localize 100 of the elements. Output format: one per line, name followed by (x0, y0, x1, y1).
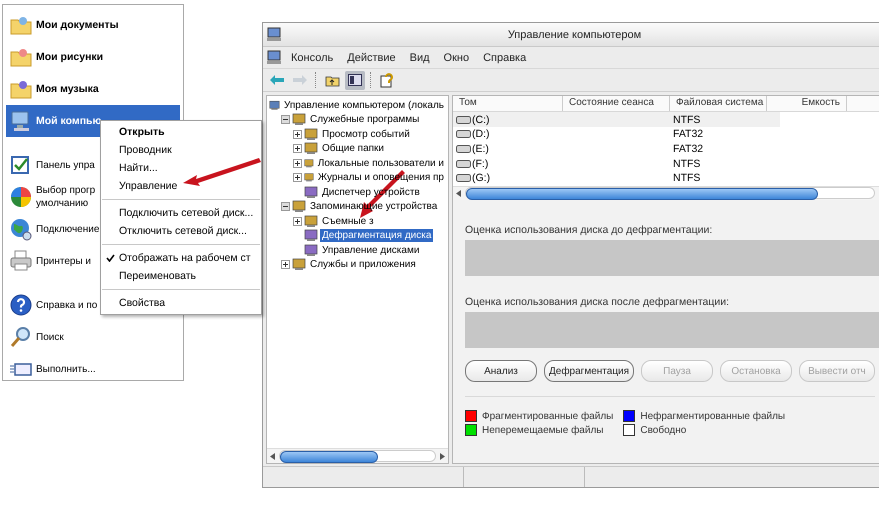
legend-label: Фрагментированные файлы (482, 410, 614, 422)
drive-icon (456, 174, 471, 182)
tree-item[interactable]: Службы и приложения (308, 258, 418, 272)
start-menu-label: Выполнить... (36, 362, 96, 376)
table-cell: NTFS (673, 172, 700, 184)
tree-item[interactable]: Съемные з (320, 214, 376, 228)
start-menu-label: Панель упра (36, 158, 95, 172)
menu-bar-item[interactable]: Действие (342, 50, 401, 66)
tree-node-icon (292, 258, 306, 272)
tree-toggle-icon[interactable] (345, 70, 365, 90)
tree-item[interactable]: Служебные программы (308, 113, 422, 126)
tree-item[interactable]: Просмотр событий (320, 128, 412, 141)
start-menu-label: Выбор прогр умолчанию (36, 184, 96, 210)
menu-bar-item[interactable]: Консоль (286, 50, 338, 66)
expand-icon[interactable] (293, 158, 302, 168)
table-cell: (G:) (472, 172, 490, 184)
column-header[interactable]: Емкость (767, 96, 847, 112)
search-icon (9, 325, 33, 349)
menu-item[interactable]: Отключить сетевой диск... (101, 222, 261, 240)
tree-node-icon (304, 156, 314, 170)
volume-row[interactable]: (C:) NTFS (453, 112, 780, 127)
drive-icon (456, 116, 471, 124)
before-label: Оценка использования диска до дефрагментации: (464, 224, 714, 236)
tree-node-icon (304, 128, 318, 141)
globe-icon (9, 217, 33, 241)
start-menu-label: Справка и по (36, 298, 98, 312)
collapse-icon[interactable] (281, 115, 290, 124)
table-cell: (C:) (472, 114, 490, 126)
expand-icon[interactable] (281, 260, 290, 270)
volume-row[interactable]: (E:) FAT32 (453, 142, 780, 156)
drive-icon (456, 144, 471, 153)
action-button[interactable]: Дефрагментация (544, 360, 634, 382)
table-cell: (D:) (472, 128, 490, 140)
column-header[interactable]: Том (453, 96, 563, 112)
table-cell: FAT32 (673, 142, 704, 155)
start-menu-label: Поиск (36, 330, 64, 344)
column-header[interactable]: Состояние сеанса (563, 96, 670, 112)
tree-node-icon (292, 113, 306, 126)
computer-icon (267, 50, 282, 65)
start-menu-label: Моя музыка (36, 82, 99, 96)
menu-bar-item[interactable]: Окно (438, 50, 474, 66)
volume-row[interactable]: (F:) NTFS (453, 156, 780, 171)
tree-item[interactable]: Управление дисками (320, 244, 422, 257)
start-menu-label: Принтеры и (36, 254, 91, 268)
menu-item[interactable]: Переименовать (101, 267, 261, 285)
expand-icon[interactable] (293, 144, 302, 154)
start-menu-label: Мой компью (36, 114, 102, 128)
expand-icon[interactable] (293, 216, 302, 226)
start-menu-item[interactable]: Моя музыка (6, 73, 180, 105)
tree-node-icon (292, 200, 306, 214)
table-cell: NTFS (673, 114, 700, 126)
tree-node-icon (269, 98, 280, 112)
start-menu-item[interactable]: Выполнить... (6, 353, 180, 385)
tree-item[interactable]: Дефрагментация диска (320, 229, 434, 242)
legend-label: Нефрагментированные файлы (640, 410, 786, 422)
drive-icon (456, 160, 471, 168)
tree-node-icon (304, 244, 318, 257)
tree-item[interactable]: Управление компьютером (локаль (282, 98, 446, 112)
start-menu-label: Мои документы (36, 18, 119, 32)
menu-item[interactable]: Проводник (101, 141, 261, 159)
table-cell: (E:) (472, 142, 489, 155)
expand-icon[interactable] (293, 173, 302, 182)
scroll-right-icon[interactable] (439, 452, 445, 460)
tree-node-icon (304, 214, 318, 228)
table-cell: (F:) (472, 158, 488, 170)
volume-row[interactable]: (D:) FAT32 (453, 126, 780, 142)
colorful-globe-icon (9, 185, 33, 209)
after-label: Оценка использования диска после дефрагментации: (464, 296, 730, 308)
tree-node-icon (304, 171, 314, 184)
start-menu-label: Подключение (36, 222, 100, 236)
horizontal-scrollbar[interactable] (453, 186, 879, 200)
start-menu-item[interactable]: Мои рисунки (6, 41, 180, 73)
printer-icon (9, 249, 33, 273)
volume-row[interactable]: (G:) NTFS (453, 171, 780, 186)
help-icon (9, 293, 33, 317)
scroll-left-icon[interactable] (270, 452, 276, 460)
collapse-icon[interactable] (281, 202, 290, 212)
horizontal-scrollbar[interactable] (267, 448, 448, 463)
expand-icon[interactable] (293, 130, 302, 139)
tree-node-icon (304, 229, 318, 242)
scroll-left-icon[interactable] (456, 190, 462, 197)
menu-item[interactable]: Подключить сетевой диск... (101, 204, 261, 222)
start-menu-label: Мои рисунки (36, 50, 104, 64)
tree-item[interactable]: Локальные пользователи и (316, 156, 446, 170)
table-cell: NTFS (673, 158, 700, 170)
menu-bar-item[interactable]: Вид (404, 50, 435, 66)
tree-item[interactable]: Общие папки (320, 142, 386, 156)
tree-node-icon (304, 186, 318, 199)
column-header[interactable]: Файловая система (670, 96, 767, 112)
tree-node-icon (304, 142, 318, 156)
legend-label: Неперемещаемые файлы (482, 424, 604, 436)
action-button[interactable]: Анализ (465, 360, 537, 382)
menu-item[interactable]: Отображать на рабочем ст (101, 249, 261, 267)
menu-item[interactable]: Свойства (101, 294, 261, 312)
start-menu-item[interactable]: Мои документы (6, 9, 180, 41)
window-title: Управление компьютером (506, 28, 642, 40)
menu-bar-item[interactable]: Справка (478, 50, 532, 66)
computer-icon (267, 27, 282, 42)
start-menu-item[interactable]: Поиск (6, 321, 180, 353)
legend-label: Свободно (640, 424, 686, 436)
